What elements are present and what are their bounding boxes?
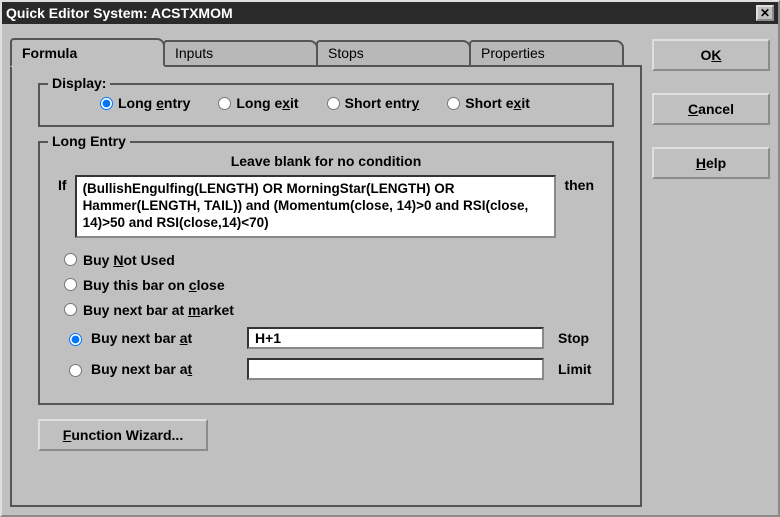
tab-inputs[interactable]: Inputs (163, 40, 318, 65)
radio-buy-not-used[interactable]: Buy Not Used (64, 252, 594, 268)
if-label: If (58, 175, 67, 193)
buy-options: Buy Not Used Buy this bar on close Buy n… (64, 252, 594, 380)
limit-suffix: Limit (550, 361, 594, 377)
stop-value-input[interactable] (247, 327, 544, 349)
radio-buy-next-limit-label[interactable]: Buy next bar at (91, 361, 241, 377)
radio-long-entry[interactable]: Long entry (100, 95, 190, 111)
function-wizard-row: Function Wizard... (38, 419, 614, 451)
radio-buy-this-close[interactable]: Buy this bar on close (64, 277, 594, 293)
tab-strip: Formula Inputs Stops Properties (10, 38, 642, 65)
tab-stops[interactable]: Stops (316, 40, 471, 65)
radio-short-entry-input[interactable] (327, 97, 340, 110)
limit-value-input[interactable] (247, 358, 544, 380)
then-label: then (564, 175, 594, 193)
buy-next-limit-row: Buy next bar at Limit (64, 358, 594, 380)
quick-editor-window: Quick Editor System: ACSTXMOM ✕ Formula … (0, 0, 780, 517)
radio-long-entry-input[interactable] (100, 97, 113, 110)
radio-buy-this-close-input[interactable] (64, 278, 77, 291)
condition-input[interactable]: (BullishEngulfing(LENGTH) OR MorningStar… (75, 175, 557, 238)
long-entry-title: Long Entry (48, 133, 130, 149)
radio-short-exit[interactable]: Short exit (447, 95, 530, 111)
radio-buy-next-stop-input[interactable] (69, 333, 82, 346)
close-icon: ✕ (760, 6, 770, 20)
window-title: Quick Editor System: ACSTXMOM (6, 5, 233, 21)
radio-long-exit-input[interactable] (218, 97, 231, 110)
help-button[interactable]: Help (652, 147, 770, 179)
titlebar: Quick Editor System: ACSTXMOM ✕ (2, 2, 778, 24)
radio-buy-next-market[interactable]: Buy next bar at market (64, 302, 594, 318)
radio-buy-next-market-input[interactable] (64, 303, 77, 316)
radio-buy-not-used-input[interactable] (64, 253, 77, 266)
display-group: Display: Long entry Long exit Short e (38, 83, 614, 127)
display-title: Display: (48, 75, 110, 91)
function-wizard-button[interactable]: Function Wizard... (38, 419, 208, 451)
condition-row: If (BullishEngulfing(LENGTH) OR MorningS… (58, 175, 594, 238)
tab-formula[interactable]: Formula (10, 38, 165, 67)
radio-long-exit[interactable]: Long exit (218, 95, 298, 111)
radio-short-entry[interactable]: Short entry (327, 95, 420, 111)
ok-button[interactable]: OK (652, 39, 770, 71)
display-options: Long entry Long exit Short entry Sh (58, 95, 594, 111)
long-entry-group: Long Entry Leave blank for no condition … (38, 141, 614, 405)
buy-next-stop-row: Buy next bar at Stop (64, 327, 594, 349)
client-area: Formula Inputs Stops Properties Display:… (2, 24, 778, 515)
right-pane: OK Cancel Help (652, 38, 770, 507)
left-pane: Formula Inputs Stops Properties Display:… (10, 38, 642, 507)
radio-short-exit-input[interactable] (447, 97, 460, 110)
tab-properties[interactable]: Properties (469, 40, 624, 65)
instruction-text: Leave blank for no condition (58, 153, 594, 169)
radio-buy-next-limit-input[interactable] (69, 364, 82, 377)
stop-suffix: Stop (550, 330, 594, 346)
tab-panel-formula: Display: Long entry Long exit Short e (10, 65, 642, 507)
cancel-button[interactable]: Cancel (652, 93, 770, 125)
radio-buy-next-stop-label[interactable]: Buy next bar at (91, 330, 241, 346)
close-button[interactable]: ✕ (756, 5, 774, 21)
